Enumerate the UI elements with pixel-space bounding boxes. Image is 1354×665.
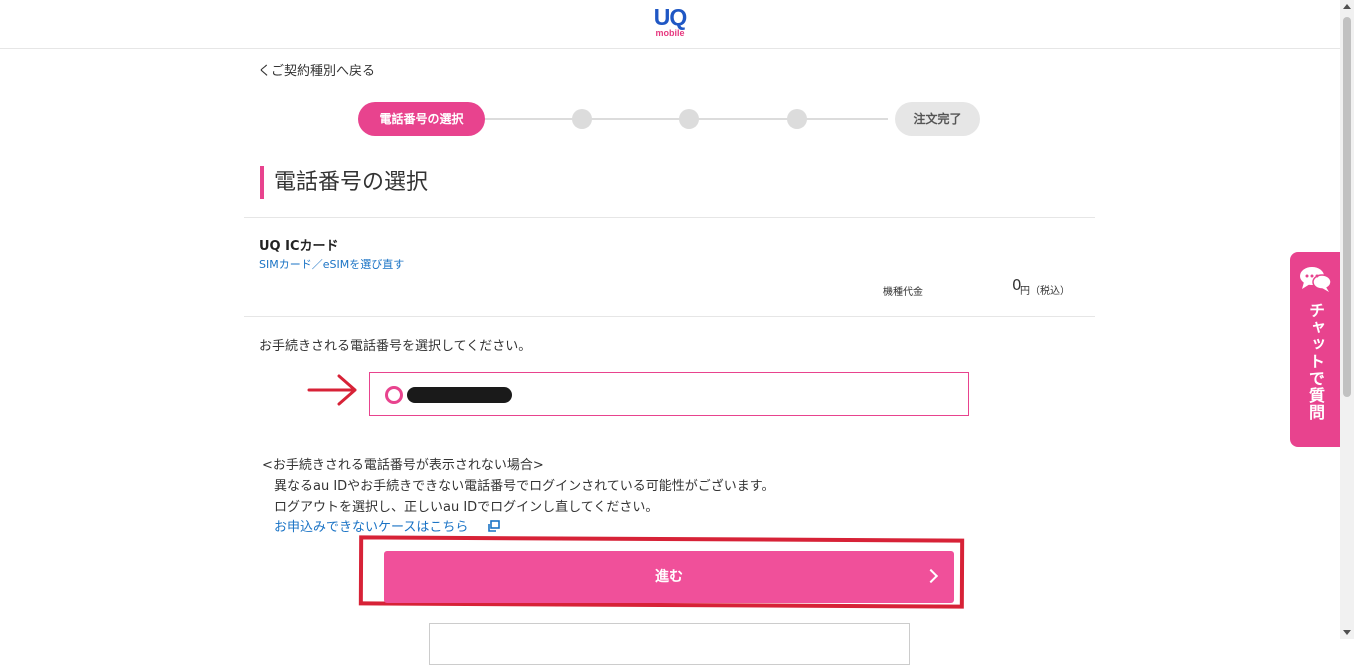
chat-support-tab[interactable]: チャットで質問: [1290, 252, 1340, 447]
step-dot-4: [787, 109, 807, 129]
section-divider-bottom: [244, 316, 1095, 317]
external-link-icon: [488, 520, 500, 532]
section-divider-top: [244, 217, 1095, 218]
device-price-unit: 円（税込）: [1020, 286, 1070, 297]
back-to-contract-type-link[interactable]: くご契約種別へ戻る: [258, 60, 375, 79]
redacted-phone-number: [407, 387, 512, 403]
phone-number-option[interactable]: [369, 372, 969, 416]
chat-tab-label: チャットで質問: [1306, 302, 1325, 421]
step-phone-number-selection: 電話番号の選択: [358, 102, 485, 136]
device-price-label: 機種代金: [883, 287, 923, 298]
progress-stepper: 電話番号の選択 注文完了: [358, 102, 980, 136]
vertical-scrollbar[interactable]: [1340, 0, 1354, 639]
sim-product-title: UQ ICカード: [259, 239, 339, 254]
page-title: 電話番号の選択: [274, 170, 429, 195]
phone-select-prompt: お手続きされる電話番号を選択してください。: [259, 339, 532, 354]
radio-button-icon[interactable]: [385, 386, 403, 404]
uq-mobile-logo[interactable]: UQ mobile: [650, 5, 690, 39]
stepper-track: [468, 118, 888, 120]
proceed-button-label: 進む: [655, 569, 683, 585]
logo-mobile-text: mobile: [655, 28, 685, 38]
scroll-down-arrow-icon[interactable]: [1343, 630, 1351, 635]
logo-uq-text: UQ: [653, 4, 688, 30]
ineligible-cases-link[interactable]: お申込みできないケースはこちら: [274, 516, 468, 535]
red-arrow-annotation-icon: [307, 374, 357, 406]
notice-line-1: 異なるau IDやお手続きできない電話番号でログインされている可能性がございます…: [274, 479, 775, 494]
proceed-button[interactable]: 進む: [384, 551, 954, 603]
scroll-up-arrow-icon[interactable]: [1343, 4, 1351, 9]
scrollbar-thumb[interactable]: [1343, 17, 1351, 397]
page-title-accent: [260, 166, 264, 199]
step-dot-2: [572, 109, 592, 129]
notice-line-2: ログアウトを選択し、正しいau IDでログインし直してください。: [274, 500, 659, 515]
secondary-button[interactable]: [429, 623, 910, 665]
chat-bubble-icon: [1300, 267, 1332, 292]
notice-heading: <お手続きされる電話番号が表示されない場合>: [262, 458, 544, 473]
step-order-complete: 注文完了: [895, 102, 980, 136]
site-header: UQ mobile: [0, 0, 1340, 49]
step-dot-3: [679, 109, 699, 129]
change-sim-link[interactable]: SIMカード／eSIMを選び直す: [259, 256, 404, 272]
